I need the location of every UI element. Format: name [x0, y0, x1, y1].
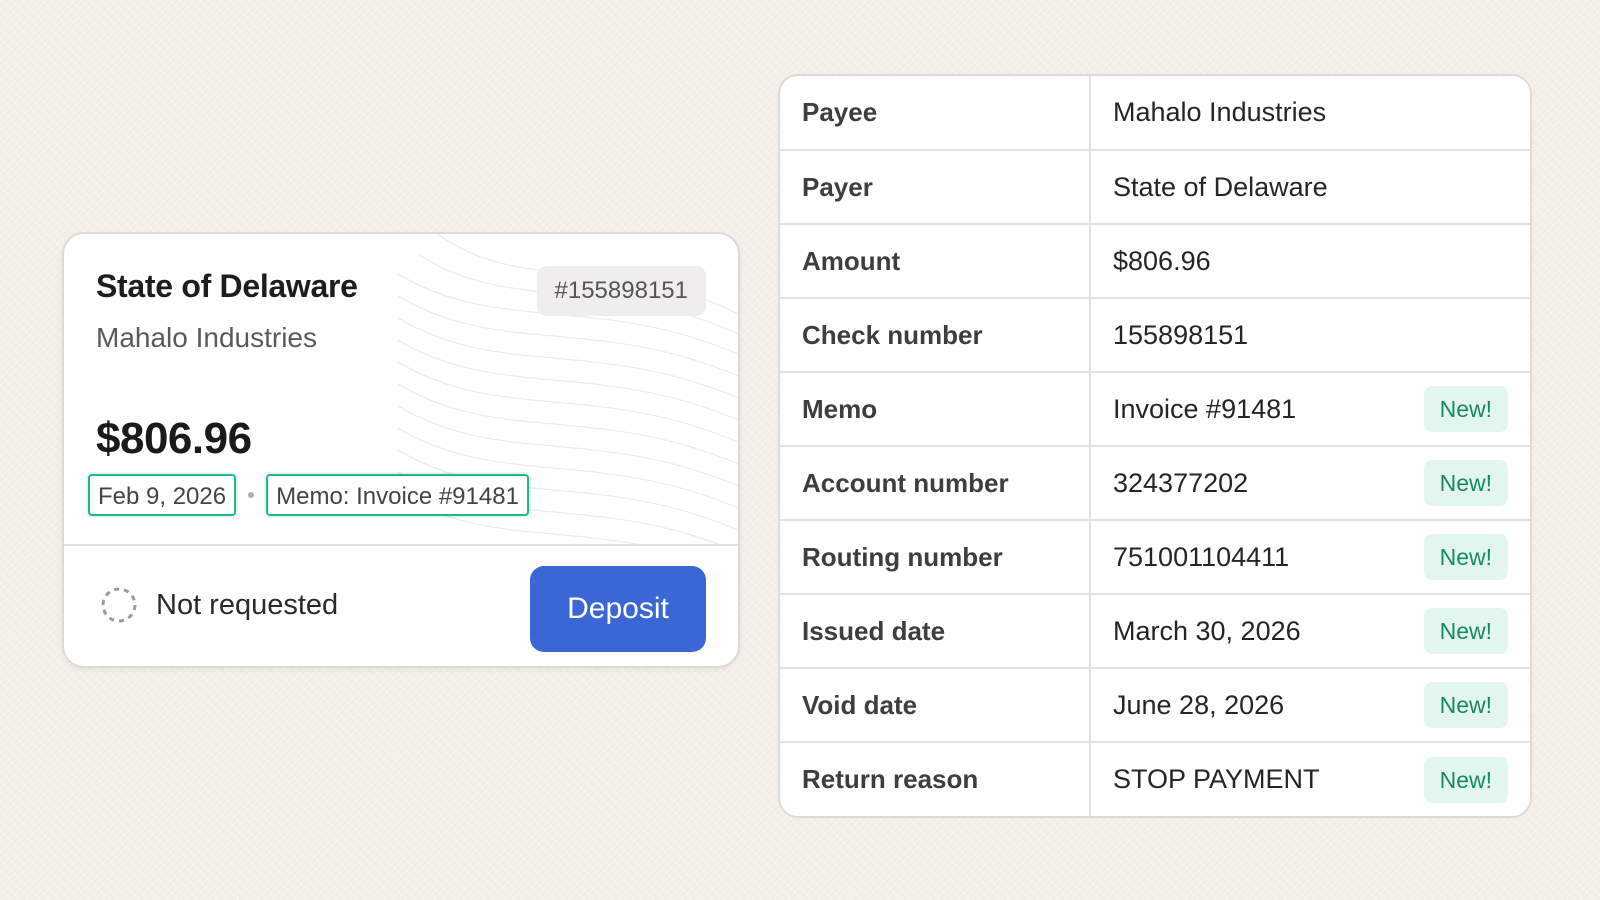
new-badge: New!: [1423, 756, 1508, 803]
check-amount: $806.96: [96, 414, 252, 463]
table-row: Payee Mahalo Industries: [780, 76, 1530, 150]
row-value-cell: State of Delaware: [1090, 149, 1530, 224]
row-value: STOP PAYMENT: [1113, 764, 1320, 794]
dashed-circle-icon: [101, 587, 137, 623]
row-label: Amount: [780, 223, 1091, 298]
table-row: Memo Invoice #91481 New!: [780, 371, 1530, 446]
row-value: Invoice #91481: [1113, 393, 1297, 424]
check-meta-chips: Feb 9, 2026 Memo: Invoice #91481: [88, 474, 529, 516]
row-label: Issued date: [780, 593, 1091, 668]
check-card-header: State of Delaware Mahalo Industries #155…: [64, 234, 738, 546]
row-value: State of Delaware: [1113, 171, 1328, 202]
separator-dot: [248, 492, 255, 498]
status-text: Not requested: [156, 588, 339, 621]
check-card: State of Delaware Mahalo Industries #155…: [62, 232, 740, 668]
memo-chip: Memo: Invoice #91481: [266, 474, 529, 516]
new-badge: New!: [1423, 682, 1508, 728]
row-label: Check number: [780, 297, 1091, 372]
row-label: Memo: [780, 371, 1091, 446]
row-value-cell: 751001104411 New!: [1090, 519, 1530, 594]
row-value: June 28, 2026: [1113, 689, 1285, 720]
new-badge: New!: [1423, 386, 1508, 432]
payer-name: State of Delaware: [96, 268, 358, 304]
table-row: Account number 324377202 New!: [780, 445, 1530, 520]
new-badge: New!: [1423, 460, 1508, 506]
row-value-cell: Invoice #91481 New!: [1090, 371, 1530, 446]
deposit-button[interactable]: Deposit: [530, 566, 706, 652]
row-value: March 30, 2026: [1113, 615, 1301, 646]
check-details-table: Payee Mahalo Industries Payer State of Dela…: [778, 74, 1532, 818]
table-row: Payer State of Delaware: [780, 149, 1530, 224]
table-row: Check number 155898151: [780, 297, 1530, 372]
details-table-body: Payee Mahalo Industries Payer State of Dela…: [780, 76, 1530, 816]
row-value: 155898151: [1113, 319, 1249, 350]
row-value-cell: $806.96: [1090, 223, 1530, 298]
row-value: Mahalo Industries: [1113, 97, 1327, 127]
row-value: $806.96: [1113, 245, 1211, 276]
row-label: Void date: [780, 667, 1091, 742]
deposit-status: Not requested: [100, 586, 338, 624]
row-value-cell: June 28, 2026 New!: [1090, 667, 1530, 742]
row-value: 324377202: [1113, 467, 1249, 498]
new-badge: New!: [1423, 534, 1508, 580]
row-value-cell: 324377202 New!: [1090, 445, 1530, 520]
row-label: Payee: [780, 76, 1091, 150]
table-row: Routing number 751001104411 New!: [780, 519, 1530, 594]
row-value-cell: 155898151: [1090, 297, 1530, 372]
payee-name: Mahalo Industries: [96, 322, 318, 353]
table-row: Return reason STOP PAYMENT New!: [780, 741, 1530, 816]
row-value-cell: March 30, 2026 New!: [1090, 593, 1530, 668]
row-value: 751001104411: [1113, 541, 1290, 572]
row-label: Payer: [780, 149, 1091, 224]
row-label: Account number: [780, 445, 1091, 520]
row-value-cell: STOP PAYMENT New!: [1090, 741, 1530, 816]
check-card-footer: Not requested Deposit: [64, 546, 738, 666]
new-badge: New!: [1423, 608, 1508, 654]
table-row: Void date June 28, 2026 New!: [780, 667, 1530, 742]
row-value-cell: Mahalo Industries: [1090, 76, 1530, 150]
date-chip: Feb 9, 2026: [88, 474, 237, 516]
row-label: Routing number: [780, 519, 1091, 594]
table-row: Issued date March 30, 2026 New!: [780, 593, 1530, 668]
check-number-badge: #155898151: [536, 266, 706, 316]
table-row: Amount $806.96: [780, 223, 1530, 298]
row-label: Return reason: [780, 741, 1091, 816]
